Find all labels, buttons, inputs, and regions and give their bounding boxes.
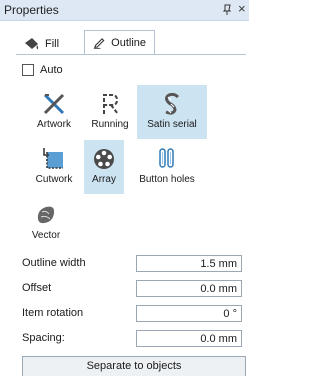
outline-width-input[interactable]	[136, 255, 242, 272]
tool-running-label: Running	[91, 119, 129, 130]
vector-icon	[37, 206, 55, 224]
tab-fill[interactable]: Fill	[16, 33, 84, 55]
tool-satin-serial-label: Satin serial	[147, 119, 197, 130]
outline-width-label: Outline width	[22, 257, 86, 269]
tool-cutwork[interactable]: Cutwork	[26, 140, 82, 194]
tool-button-holes[interactable]: Button holes	[130, 140, 204, 194]
tool-button-holes-label: Button holes	[139, 174, 195, 185]
tab-outline-label: Outline	[111, 37, 146, 49]
auto-checkbox[interactable]: Auto	[22, 64, 63, 76]
offset-input[interactable]	[136, 280, 242, 297]
item-rotation-label: Item rotation	[22, 307, 84, 319]
tool-satin-serial[interactable]: Satin serial	[137, 85, 207, 139]
tab-outline[interactable]: Outline	[84, 30, 155, 55]
tool-artwork-label: Artwork	[37, 119, 71, 130]
tool-running[interactable]: Running	[84, 85, 136, 139]
tool-artwork[interactable]: Artwork	[26, 85, 82, 139]
tool-vector[interactable]: Vector	[26, 196, 66, 248]
spacing-input[interactable]	[136, 330, 242, 347]
auto-checkbox-box[interactable]	[22, 64, 34, 76]
cutwork-icon	[43, 148, 63, 169]
offset-label: Offset	[22, 282, 52, 294]
close-icon[interactable]: ×	[238, 1, 246, 17]
tool-cutwork-label: Cutwork	[35, 174, 73, 185]
artwork-icon	[43, 93, 65, 115]
pen-icon	[93, 38, 105, 49]
properties-panel: Properties × Fill Outline Auto Artwork R…	[0, 0, 249, 376]
spacing-label: Spacing:	[22, 332, 65, 344]
separate-to-objects-button[interactable]: Separate to objects	[22, 356, 246, 376]
tool-array[interactable]: Array	[84, 140, 124, 194]
running-stitch-icon	[103, 94, 119, 115]
array-icon	[94, 149, 114, 169]
button-holes-icon	[159, 148, 174, 168]
auto-label: Auto	[40, 64, 63, 76]
satin-serial-icon	[165, 92, 180, 115]
panel-title: Properties	[4, 3, 59, 17]
paint-bucket-icon	[25, 38, 39, 50]
tool-vector-label: Vector	[31, 230, 61, 241]
item-rotation-input[interactable]	[136, 305, 242, 322]
panel-titlebar: Properties ×	[0, 0, 249, 21]
pin-icon[interactable]	[222, 4, 232, 16]
tool-array-label: Array	[92, 174, 116, 185]
tab-fill-label: Fill	[45, 38, 60, 50]
